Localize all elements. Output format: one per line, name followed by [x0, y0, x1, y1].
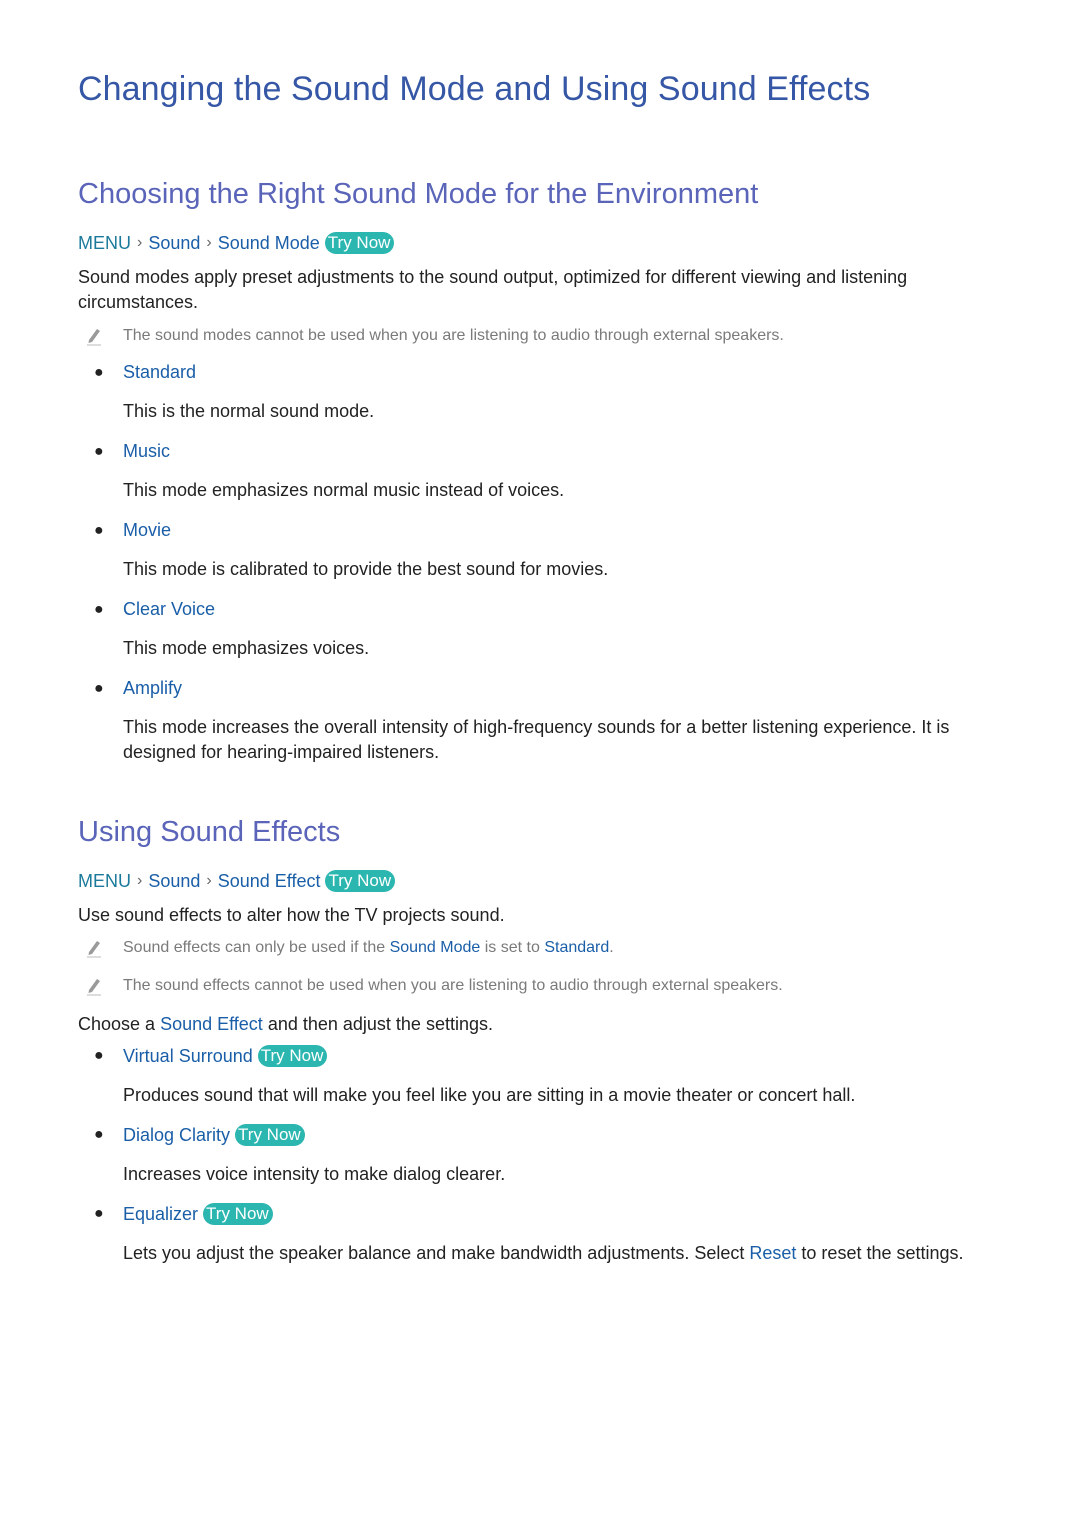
- mode-label[interactable]: Amplify: [123, 678, 182, 699]
- desc-link-reset[interactable]: Reset: [749, 1243, 796, 1263]
- bullet-icon: ●: [94, 1205, 104, 1222]
- menu-path-menu[interactable]: MENU: [78, 233, 131, 254]
- try-now-button[interactable]: Try Now: [203, 1203, 273, 1225]
- page-title: Changing the Sound Mode and Using Sound …: [78, 70, 871, 108]
- bullet-icon: ●: [94, 521, 104, 539]
- note-sound-modes-external: The sound modes cannot be used when you …: [78, 326, 784, 346]
- note-sound-effects-external: The sound effects cannot be used when yo…: [78, 976, 783, 996]
- chevron-right-icon: ›: [137, 872, 143, 889]
- effect-label[interactable]: Equalizer: [123, 1204, 198, 1225]
- pencil-note-icon: [78, 326, 123, 346]
- choose-pre: Choose a: [78, 1014, 161, 1034]
- note-text-mid: is set to: [484, 939, 540, 956]
- section-heading-sound-mode: Choosing the Right Sound Mode for the En…: [78, 178, 759, 210]
- note-link-sound-mode[interactable]: Sound Mode: [390, 939, 481, 957]
- mode-description: This mode is calibrated to provide the b…: [123, 559, 609, 579]
- try-now-button[interactable]: Try Now: [324, 232, 395, 254]
- mode-description: This mode emphasizes voices.: [123, 638, 370, 658]
- list-item-equalizer: ● Equalizer Try Now: [78, 1203, 273, 1225]
- chevron-right-icon: ›: [206, 234, 212, 251]
- mode-label[interactable]: Standard: [123, 362, 196, 383]
- desc-pre: Lets you adjust the speaker balance and …: [123, 1243, 750, 1263]
- note-text-post: .: [609, 939, 614, 956]
- effect-label[interactable]: Virtual Surround: [123, 1046, 253, 1067]
- mode-description: This is the normal sound mode.: [123, 401, 375, 421]
- menu-path-menu[interactable]: MENU: [78, 871, 131, 892]
- pencil-note-icon: [78, 938, 123, 958]
- chevron-right-icon: ›: [206, 872, 212, 889]
- mode-label[interactable]: Movie: [123, 520, 171, 541]
- mode-label[interactable]: Music: [123, 441, 170, 462]
- section-heading-sound-effects: Using Sound Effects: [78, 816, 341, 848]
- bullet-icon: ●: [94, 1126, 104, 1143]
- mode-description: This mode emphasizes normal music instea…: [123, 480, 565, 500]
- effect-label[interactable]: Dialog Clarity: [123, 1125, 230, 1146]
- menu-path-sound-effect: MENU › Sound › Sound Effect Try Now: [78, 870, 396, 892]
- pencil-note-icon: [78, 976, 123, 996]
- bullet-icon: ●: [94, 679, 104, 697]
- effect-description: Produces sound that will make you feel l…: [123, 1085, 856, 1105]
- list-item-amplify: ● Amplify: [78, 678, 182, 699]
- effect-description: Lets you adjust the speaker balance and …: [123, 1241, 1003, 1266]
- list-item-clear-voice: ● Clear Voice: [78, 599, 215, 620]
- mode-description: This mode increases the overall intensit…: [123, 717, 950, 762]
- try-now-button[interactable]: Try Now: [325, 870, 396, 892]
- sound-mode-intro: Sound modes apply preset adjustments to …: [78, 267, 908, 312]
- choose-sound-effect-text: Choose a Sound Effect and then adjust th…: [78, 1012, 978, 1037]
- menu-path-sound-mode[interactable]: Sound Mode: [218, 233, 320, 254]
- menu-path-sound[interactable]: Sound: [148, 871, 200, 892]
- note-link-standard[interactable]: Standard: [544, 939, 609, 957]
- note-text: The sound modes cannot be used when you …: [123, 327, 784, 344]
- try-now-button[interactable]: Try Now: [235, 1124, 305, 1146]
- bullet-icon: ●: [94, 363, 104, 381]
- note-sound-effects-standard: Sound effects can only be used if the So…: [78, 938, 614, 958]
- list-item-movie: ● Movie: [78, 520, 171, 541]
- choose-post: and then adjust the settings.: [262, 1014, 493, 1034]
- bullet-icon: ●: [94, 600, 104, 618]
- note-text: The sound effects cannot be used when yo…: [123, 977, 783, 994]
- bullet-icon: ●: [94, 442, 104, 460]
- chevron-right-icon: ›: [137, 234, 143, 251]
- menu-path-sound[interactable]: Sound: [148, 233, 200, 254]
- try-now-button[interactable]: Try Now: [257, 1045, 328, 1067]
- effect-description: Increases voice intensity to make dialog…: [123, 1164, 506, 1184]
- list-item-dialog-clarity: ● Dialog Clarity Try Now: [78, 1124, 305, 1146]
- bullet-icon: ●: [94, 1047, 104, 1064]
- menu-path-sound-mode: MENU › Sound › Sound Mode Try Now: [78, 232, 395, 254]
- note-text-pre: Sound effects can only be used if the: [123, 939, 386, 956]
- mode-label[interactable]: Clear Voice: [123, 599, 215, 620]
- list-item-music: ● Music: [78, 441, 170, 462]
- desc-post: to reset the settings.: [796, 1243, 964, 1263]
- sound-effects-intro: Use sound effects to alter how the TV pr…: [78, 905, 505, 925]
- choose-link-sound-effect[interactable]: Sound Effect: [160, 1014, 263, 1034]
- menu-path-sound-effect[interactable]: Sound Effect: [218, 871, 321, 892]
- list-item-virtual-surround: ● Virtual Surround Try Now: [78, 1045, 328, 1067]
- list-item-standard: ● Standard: [78, 362, 196, 383]
